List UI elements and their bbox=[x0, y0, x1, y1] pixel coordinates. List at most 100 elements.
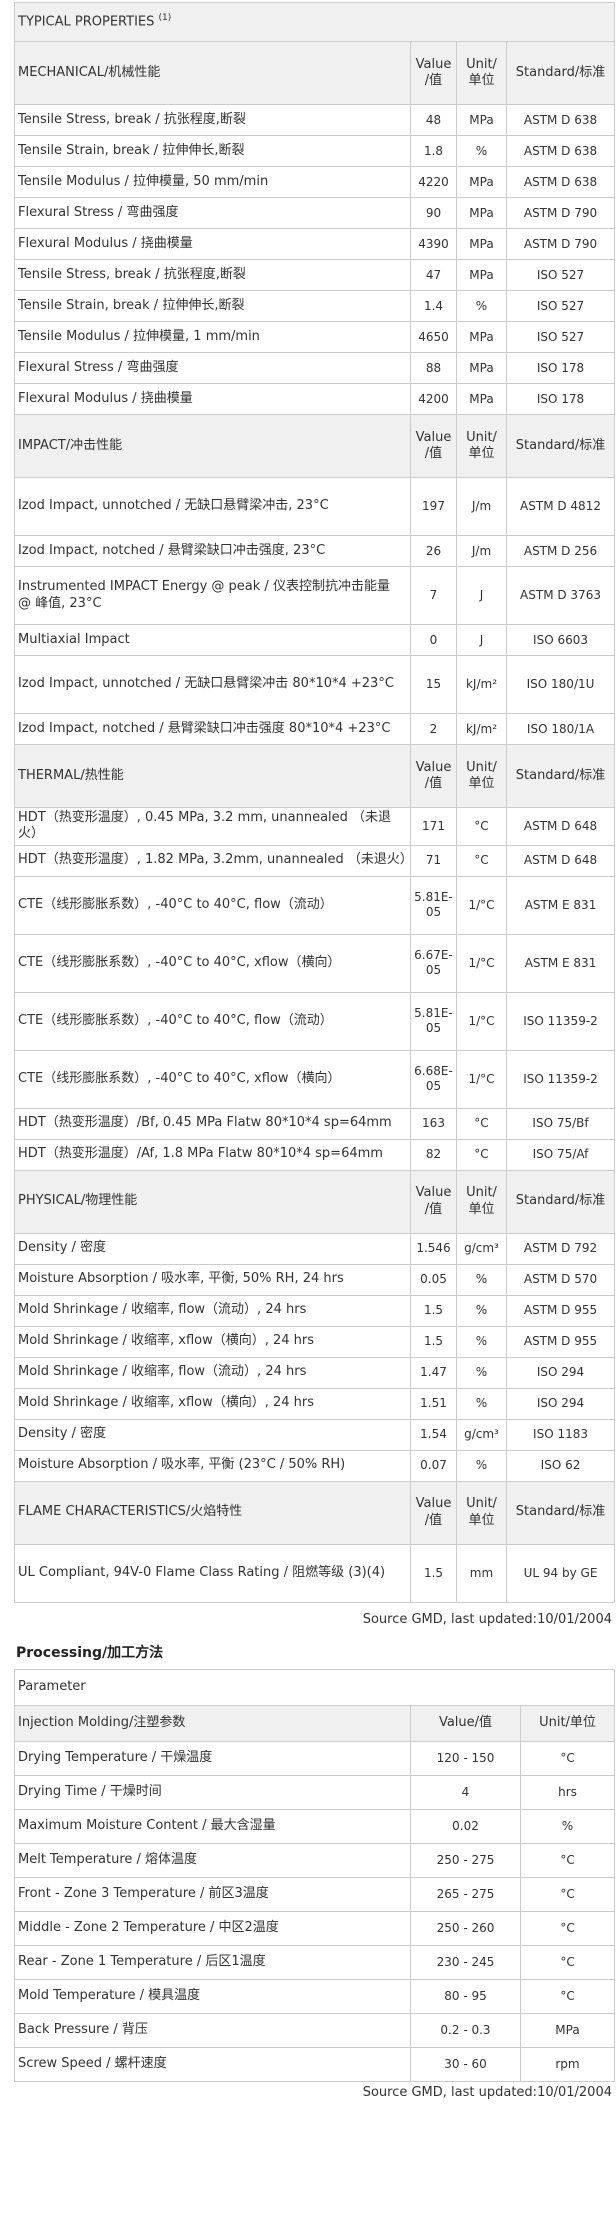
property-label: Density / 密度 bbox=[14, 1418, 411, 1451]
property-value: 1.8 bbox=[410, 135, 457, 167]
col-header-unit: Unit/单位 bbox=[456, 744, 507, 808]
property-row: HDT（热变形温度）, 0.45 MPa, 3.2 mm, unannealed… bbox=[14, 807, 616, 846]
processing-table: Parameter Injection Molding/注塑参数 Value/值… bbox=[13, 1668, 616, 2082]
col-header-value: Value/值 bbox=[410, 414, 457, 478]
property-unit: °C bbox=[456, 1138, 507, 1171]
property-row: Moisture Absorption / 吸水率, 平衡 (23°C / 50… bbox=[14, 1449, 616, 1482]
processing-parameter-row: Parameter bbox=[13, 1668, 616, 1706]
property-row: UL Compliant, 94V-0 Flame Class Rating /… bbox=[14, 1543, 616, 1603]
property-label: Moisture Absorption / 吸水率, 平衡, 50% RH, 2… bbox=[14, 1263, 411, 1296]
property-value: 88 bbox=[410, 352, 457, 384]
property-label: Mold Shrinkage / 收缩率, flow（流动）, 24 hrs bbox=[14, 1356, 411, 1389]
processing-param-label: Maximum Moisture Content / 最大含湿量 bbox=[14, 1808, 411, 1844]
property-label: Izod Impact, unnotched / 无缺口悬臂梁冲击, 23°C bbox=[14, 477, 411, 536]
property-standard: ISO 527 bbox=[505, 259, 616, 291]
processing-row: Screw Speed / 螺杆速度 30 - 60 rpm bbox=[14, 2046, 616, 2082]
processing-col-value: Value/值 bbox=[410, 1704, 521, 1742]
property-value: 1.546 bbox=[410, 1232, 457, 1265]
property-label: HDT（热变形温度）/Bf, 0.45 MPa Flatw 80*10*4 sp… bbox=[14, 1107, 411, 1140]
property-value: 15 bbox=[410, 655, 457, 714]
property-standard: ISO 180/1A bbox=[505, 713, 616, 745]
property-unit: g/cm³ bbox=[456, 1232, 507, 1265]
property-unit: MPa bbox=[456, 352, 507, 384]
property-standard: ASTM D 648 bbox=[505, 807, 616, 846]
property-label: Moisture Absorption / 吸水率, 平衡 (23°C / 50… bbox=[14, 1449, 411, 1482]
property-value: 1.51 bbox=[410, 1387, 457, 1420]
processing-param-unit: °C bbox=[519, 1876, 616, 1912]
property-row: Moisture Absorption / 吸水率, 平衡, 50% RH, 2… bbox=[14, 1263, 616, 1296]
property-row: Flexural Stress / 弯曲强度 90 MPa ASTM D 790 bbox=[14, 197, 616, 229]
property-row: Izod Impact, unnotched / 无缺口悬臂梁冲击, 23°C 1… bbox=[14, 477, 616, 536]
processing-row: Melt Temperature / 熔体温度 250 - 275 °C bbox=[14, 1842, 616, 1878]
processing-row: Drying Temperature / 干燥温度 120 - 150 °C bbox=[14, 1740, 616, 1776]
property-row: Izod Impact, unnotched / 无缺口悬臂梁冲击 80*10*… bbox=[14, 655, 616, 714]
property-value: 26 bbox=[410, 535, 457, 567]
typical-properties-title-cell: TYPICAL PROPERTIES (1) bbox=[13, 2, 616, 42]
property-standard: ISO 75/Bf bbox=[505, 1107, 616, 1140]
property-value: 4650 bbox=[410, 321, 457, 353]
property-row: CTE（线形膨胀系数）, -40°C to 40°C, flow（流动） 5.81… bbox=[14, 875, 616, 935]
property-row: CTE（线形膨胀系数）, -40°C to 40°C, xflow（横向） 6.6… bbox=[14, 933, 616, 993]
property-label: Mold Shrinkage / 收缩率, xflow（横向）, 24 hrs bbox=[14, 1387, 411, 1420]
property-value: 6.68E-05 bbox=[410, 1049, 457, 1109]
property-unit: J bbox=[456, 624, 507, 656]
property-row: Tensile Modulus / 拉伸模量, 1 mm/min 4650 MPa I… bbox=[14, 321, 616, 353]
section-header-row: THERMAL/热性能 Value/值 Unit/单位 Standard/标准 bbox=[14, 744, 616, 808]
property-standard: ASTM D 638 bbox=[505, 166, 616, 198]
property-standard: ASTM D 790 bbox=[505, 228, 616, 260]
processing-param-value: 230 - 245 bbox=[410, 1944, 521, 1980]
processing-param-unit: hrs bbox=[519, 1774, 616, 1810]
section-header-row: PHYSICAL/物理性能 Value/值 Unit/单位 Standard/标准 bbox=[14, 1169, 616, 1234]
property-row: Mold Shrinkage / 收缩率, flow（流动）, 24 hrs 1.… bbox=[14, 1294, 616, 1327]
property-value: 48 bbox=[410, 104, 457, 136]
typical-properties-title-row: TYPICAL PROPERTIES (1) bbox=[13, 2, 616, 42]
property-row: Mold Shrinkage / 收缩率, flow（流动）, 24 hrs 1.… bbox=[14, 1356, 616, 1389]
processing-section-row: Injection Molding/注塑参数 Value/值 Unit/单位 bbox=[14, 1704, 616, 1742]
property-standard: ASTM D 638 bbox=[505, 104, 616, 136]
property-row: HDT（热变形温度）, 1.82 MPa, 3.2mm, unannealed … bbox=[14, 844, 616, 877]
property-value: 6.67E-05 bbox=[410, 933, 457, 993]
property-standard: ISO 11359-2 bbox=[505, 1049, 616, 1109]
col-header-value: Value/值 bbox=[410, 1169, 457, 1234]
processing-param-value: 0.02 bbox=[410, 1808, 521, 1844]
processing-param-label: Melt Temperature / 熔体温度 bbox=[14, 1842, 411, 1878]
property-value: 197 bbox=[410, 477, 457, 536]
property-value: 1.47 bbox=[410, 1356, 457, 1389]
property-value: 1.54 bbox=[410, 1418, 457, 1451]
processing-col-unit: Unit/单位 bbox=[519, 1704, 616, 1742]
property-label: CTE（线形膨胀系数）, -40°C to 40°C, flow（流动） bbox=[14, 875, 411, 935]
property-unit: MPa bbox=[456, 321, 507, 353]
processing-param-unit: °C bbox=[519, 1944, 616, 1980]
processing-param-value: 250 - 275 bbox=[410, 1842, 521, 1878]
processing-source-note: Source GMD, last updated:10/01/2004 bbox=[362, 2084, 612, 2100]
property-row: Tensile Modulus / 拉伸模量, 50 mm/min 4220 MPa… bbox=[14, 166, 616, 198]
property-standard: ASTM D 570 bbox=[505, 1263, 616, 1296]
property-label: Tensile Modulus / 拉伸模量, 1 mm/min bbox=[14, 321, 411, 353]
typical-properties-footnote: (1) bbox=[158, 13, 172, 24]
processing-param-value: 250 - 260 bbox=[410, 1910, 521, 1946]
property-value: 5.81E-05 bbox=[410, 875, 457, 935]
section-name: FLAME CHARACTERISTICS/火焰特性 bbox=[14, 1480, 411, 1545]
property-standard: ASTM D 792 bbox=[505, 1232, 616, 1265]
property-unit: % bbox=[456, 1356, 507, 1389]
property-unit: °C bbox=[456, 844, 507, 877]
property-value: 5.81E-05 bbox=[410, 991, 457, 1051]
page: TYPICAL PROPERTIES (1) MECHANICAL/机械性能 Va… bbox=[0, 0, 616, 2104]
property-value: 71 bbox=[410, 844, 457, 877]
property-value: 0.05 bbox=[410, 1263, 457, 1296]
property-label: Izod Impact, notched / 悬臂梁缺口冲击强度 80*10*4… bbox=[14, 713, 411, 745]
property-row: Izod Impact, notched / 悬臂梁缺口冲击强度 80*10*4… bbox=[14, 713, 616, 745]
property-standard: ISO 527 bbox=[505, 290, 616, 322]
processing-section-name: Injection Molding/注塑参数 bbox=[14, 1704, 411, 1742]
property-value: 1.5 bbox=[410, 1325, 457, 1358]
property-label: Tensile Strain, break / 拉伸伸长,断裂 bbox=[14, 135, 411, 167]
property-standard: ASTM D 790 bbox=[505, 197, 616, 229]
property-standard: ISO 180/1U bbox=[505, 655, 616, 714]
processing-param-value: 265 - 275 bbox=[410, 1876, 521, 1912]
property-label: Tensile Strain, break / 拉伸伸长,断裂 bbox=[14, 290, 411, 322]
property-standard: UL 94 by GE bbox=[505, 1543, 616, 1603]
property-unit: % bbox=[456, 135, 507, 167]
property-standard: ISO 1183 bbox=[505, 1418, 616, 1451]
property-row: Mold Shrinkage / 收缩率, xflow（横向）, 24 hrs 1… bbox=[14, 1325, 616, 1358]
property-unit: mm bbox=[456, 1543, 507, 1603]
